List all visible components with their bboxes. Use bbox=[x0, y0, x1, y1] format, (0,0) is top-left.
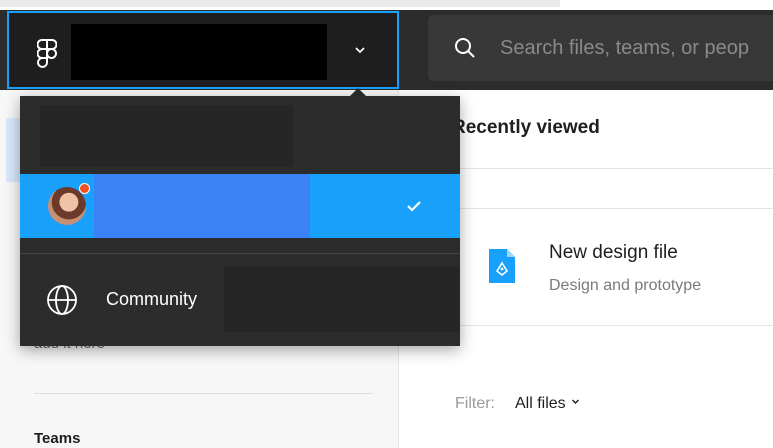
chevron-down-icon bbox=[355, 47, 365, 54]
notification-dot bbox=[79, 183, 90, 194]
team-switcher-button[interactable] bbox=[7, 11, 399, 89]
search-icon bbox=[455, 38, 475, 58]
menu-item-current-user[interactable] bbox=[20, 174, 460, 238]
menu-divider bbox=[20, 253, 460, 254]
new-file-subtitle: Design and prototype bbox=[549, 277, 702, 294]
globe-icon bbox=[47, 285, 77, 315]
recently-viewed-title: Recently viewed bbox=[452, 117, 600, 138]
filter-value: All files bbox=[515, 395, 566, 412]
figma-logo-icon bbox=[37, 39, 57, 68]
new-design-file-card[interactable]: New design file Design and prototype bbox=[452, 208, 773, 326]
sidebar-selected-indicator bbox=[6, 118, 20, 182]
checkmark-icon bbox=[407, 201, 421, 212]
user-name-redacted bbox=[94, 174, 310, 238]
team-switcher-menu: Community bbox=[20, 96, 460, 346]
top-bar: Search files, teams, or peop bbox=[0, 0, 773, 90]
new-file-title: New design file bbox=[549, 242, 678, 263]
team-name-redacted bbox=[71, 24, 327, 80]
chevron-down-icon bbox=[571, 399, 579, 404]
community-row-shade bbox=[224, 266, 460, 332]
filter-dropdown[interactable]: All files bbox=[515, 395, 580, 413]
search-placeholder: Search files, teams, or peop bbox=[500, 37, 750, 59]
filter-label: Filter: bbox=[455, 395, 495, 412]
top-edge-shade bbox=[0, 0, 560, 7]
search-input[interactable]: Search files, teams, or peop bbox=[428, 15, 773, 81]
menu-caret bbox=[350, 88, 366, 96]
community-label: Community bbox=[106, 289, 198, 309]
teams-heading: Teams bbox=[34, 430, 81, 447]
sidebar-divider bbox=[34, 393, 373, 394]
design-file-icon bbox=[489, 249, 515, 283]
menu-item-community[interactable]: Community bbox=[20, 266, 460, 334]
menu-header-redacted bbox=[40, 105, 293, 167]
